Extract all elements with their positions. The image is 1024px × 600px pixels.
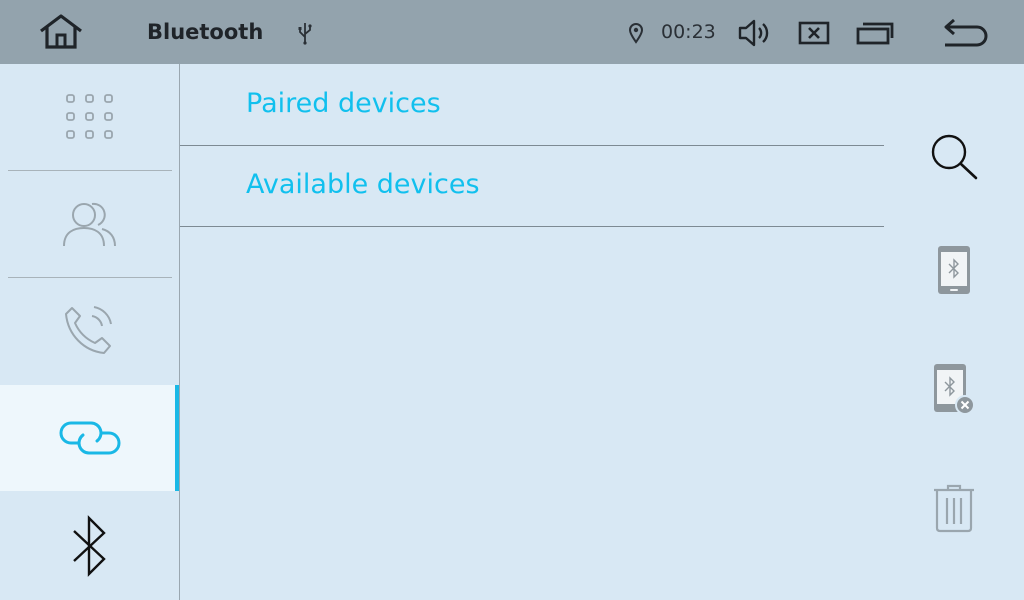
- sidebar: [0, 64, 180, 600]
- trash-icon: [934, 484, 974, 533]
- sidebar-item-apps[interactable]: [0, 64, 179, 170]
- phone-bluetooth-remove-icon: [934, 364, 975, 415]
- list-item-paired-devices[interactable]: Paired devices: [180, 65, 884, 146]
- disconnect-phone-button[interactable]: [924, 359, 984, 419]
- delete-button[interactable]: [924, 478, 984, 538]
- sidebar-item-contacts[interactable]: [0, 171, 179, 277]
- home-icon: [40, 14, 82, 49]
- sidebar-item-calls[interactable]: [0, 278, 179, 384]
- paired-devices-label: Paired devices: [246, 88, 441, 119]
- close-app-button[interactable]: [796, 18, 832, 48]
- bluetooth-icon: [72, 515, 106, 577]
- clock: 00:23: [661, 21, 716, 43]
- available-devices-label: Available devices: [246, 169, 480, 200]
- contacts-icon: [62, 202, 116, 247]
- sidebar-item-link[interactable]: [0, 385, 179, 491]
- phone-icon: [64, 306, 112, 354]
- home-button[interactable]: [36, 12, 86, 52]
- recent-apps-button[interactable]: [854, 18, 896, 48]
- connect-phone-button[interactable]: [924, 240, 984, 300]
- list-item-available-devices[interactable]: Available devices: [180, 146, 884, 227]
- page-title: Bluetooth: [147, 20, 264, 44]
- phone-bluetooth-icon: [938, 246, 970, 294]
- sidebar-item-bluetooth[interactable]: [0, 492, 179, 600]
- back-button[interactable]: [938, 16, 990, 50]
- close-box-icon: [798, 21, 830, 45]
- link-icon: [59, 421, 120, 455]
- volume-button[interactable]: [736, 16, 772, 50]
- grid-icon: [65, 94, 113, 139]
- active-indicator: [175, 385, 179, 491]
- location-icon: [626, 21, 646, 45]
- search-icon: [931, 134, 978, 180]
- status-bar: Bluetooth 00:23: [0, 0, 1024, 64]
- usb-icon: [294, 20, 316, 46]
- volume-icon: [738, 19, 769, 47]
- window-icon: [856, 22, 894, 45]
- back-icon: [944, 18, 988, 47]
- search-button[interactable]: [924, 126, 984, 186]
